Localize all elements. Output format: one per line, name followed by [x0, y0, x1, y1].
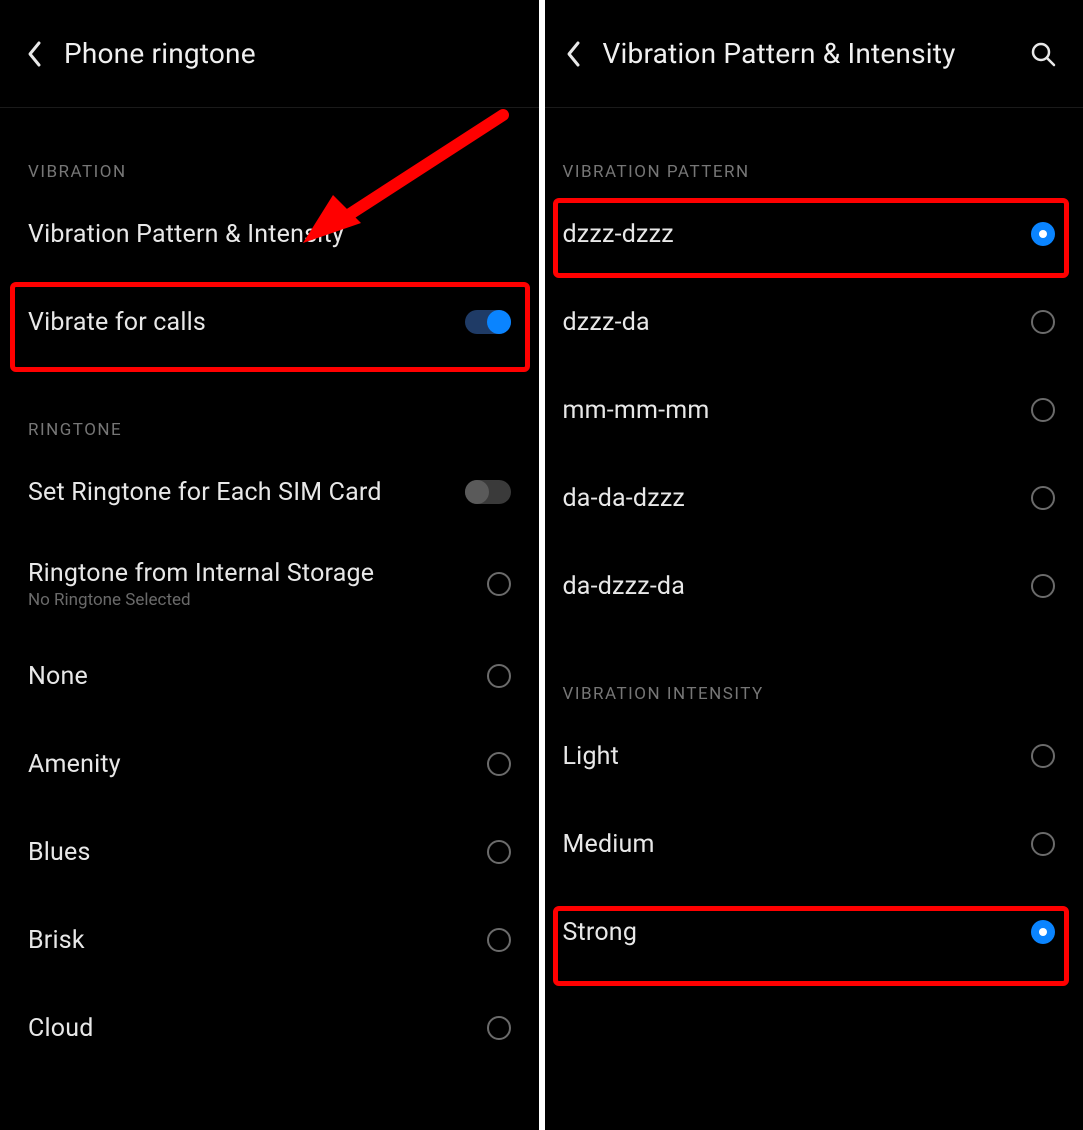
row-label: Ringtone from Internal Storage	[28, 559, 374, 588]
radio-intensity-strong[interactable]	[1031, 920, 1055, 944]
row-label: Amenity	[28, 750, 121, 779]
toggle-set-ringtone-per-sim[interactable]	[465, 480, 511, 504]
row-label: Set Ringtone for Each SIM Card	[28, 478, 382, 507]
row-ringtone-cloud[interactable]: Cloud	[0, 984, 539, 1072]
toggle-vibrate-for-calls[interactable]	[465, 310, 511, 334]
radio-ringtone-amenity[interactable]	[487, 752, 511, 776]
row-pattern-da-dzzz-da[interactable]: da-dzzz-da	[545, 542, 1083, 630]
row-ringtone-brisk[interactable]: Brisk	[0, 896, 539, 984]
radio-pattern-dzzz-da[interactable]	[1031, 310, 1055, 334]
page-title: Phone ringtone	[64, 37, 256, 70]
radio-pattern-da-da-dzzz[interactable]	[1031, 486, 1055, 510]
radio-ringtone-cloud[interactable]	[487, 1016, 511, 1040]
row-intensity-strong[interactable]: Strong	[545, 888, 1083, 976]
section-header-ringtone: RINGTONE	[0, 420, 539, 440]
row-intensity-medium[interactable]: Medium	[545, 800, 1083, 888]
row-label: None	[28, 662, 88, 691]
row-label: Blues	[28, 838, 91, 867]
row-vibrate-for-calls[interactable]: Vibrate for calls	[0, 278, 539, 366]
radio-ringtone-from-storage[interactable]	[487, 572, 511, 596]
row-pattern-dzzz-dzzz[interactable]: dzzz-dzzz	[545, 190, 1083, 278]
row-ringtone-from-storage[interactable]: Ringtone from Internal Storage No Ringto…	[0, 536, 539, 632]
radio-pattern-da-dzzz-da[interactable]	[1031, 574, 1055, 598]
section-header-vibration-intensity: VIBRATION INTENSITY	[545, 684, 1083, 704]
page-title: Vibration Pattern & Intensity	[603, 37, 956, 70]
row-pattern-da-da-dzzz[interactable]: da-da-dzzz	[545, 454, 1083, 542]
vibration-pattern-intensity-screen: Vibration Pattern & Intensity VIBRATION …	[542, 0, 1083, 1130]
row-label: dzzz-da	[563, 308, 650, 337]
row-label: Light	[563, 742, 620, 771]
phone-ringtone-screen: Phone ringtone VIBRATION Vibration Patte…	[0, 0, 542, 1130]
radio-pattern-dzzz-dzzz[interactable]	[1031, 222, 1055, 246]
section-header-vibration: VIBRATION	[0, 162, 539, 182]
row-pattern-dzzz-da[interactable]: dzzz-da	[545, 278, 1083, 366]
row-set-ringtone-per-sim[interactable]: Set Ringtone for Each SIM Card	[0, 448, 539, 536]
radio-intensity-medium[interactable]	[1031, 832, 1055, 856]
radio-ringtone-brisk[interactable]	[487, 928, 511, 952]
search-icon[interactable]	[1029, 40, 1057, 68]
row-sublabel: No Ringtone Selected	[28, 590, 374, 610]
row-label: Vibration Pattern & Intensity	[28, 220, 344, 249]
row-label: Cloud	[28, 1014, 94, 1043]
radio-ringtone-blues[interactable]	[487, 840, 511, 864]
row-ringtone-amenity[interactable]: Amenity	[0, 720, 539, 808]
row-label: Strong	[563, 918, 638, 947]
header: Phone ringtone	[0, 0, 539, 108]
header: Vibration Pattern & Intensity	[545, 0, 1083, 108]
row-label: da-dzzz-da	[563, 572, 686, 601]
row-label: mm-mm-mm	[563, 396, 710, 425]
row-ringtone-blues[interactable]: Blues	[0, 808, 539, 896]
radio-ringtone-none[interactable]	[487, 664, 511, 688]
row-vibration-pattern-intensity[interactable]: Vibration Pattern & Intensity	[0, 190, 539, 278]
row-label: dzzz-dzzz	[563, 220, 674, 249]
row-label: Medium	[563, 830, 655, 859]
radio-pattern-mm-mm-mm[interactable]	[1031, 398, 1055, 422]
row-label: Brisk	[28, 926, 85, 955]
row-ringtone-none[interactable]: None	[0, 632, 539, 720]
row-label: Vibrate for calls	[28, 308, 206, 337]
row-intensity-light[interactable]: Light	[545, 712, 1083, 800]
row-label: da-da-dzzz	[563, 484, 686, 513]
row-pattern-mm-mm-mm[interactable]: mm-mm-mm	[545, 366, 1083, 454]
radio-intensity-light[interactable]	[1031, 744, 1055, 768]
back-icon[interactable]	[565, 40, 583, 68]
back-icon[interactable]	[26, 40, 44, 68]
section-header-vibration-pattern: VIBRATION PATTERN	[545, 162, 1083, 182]
